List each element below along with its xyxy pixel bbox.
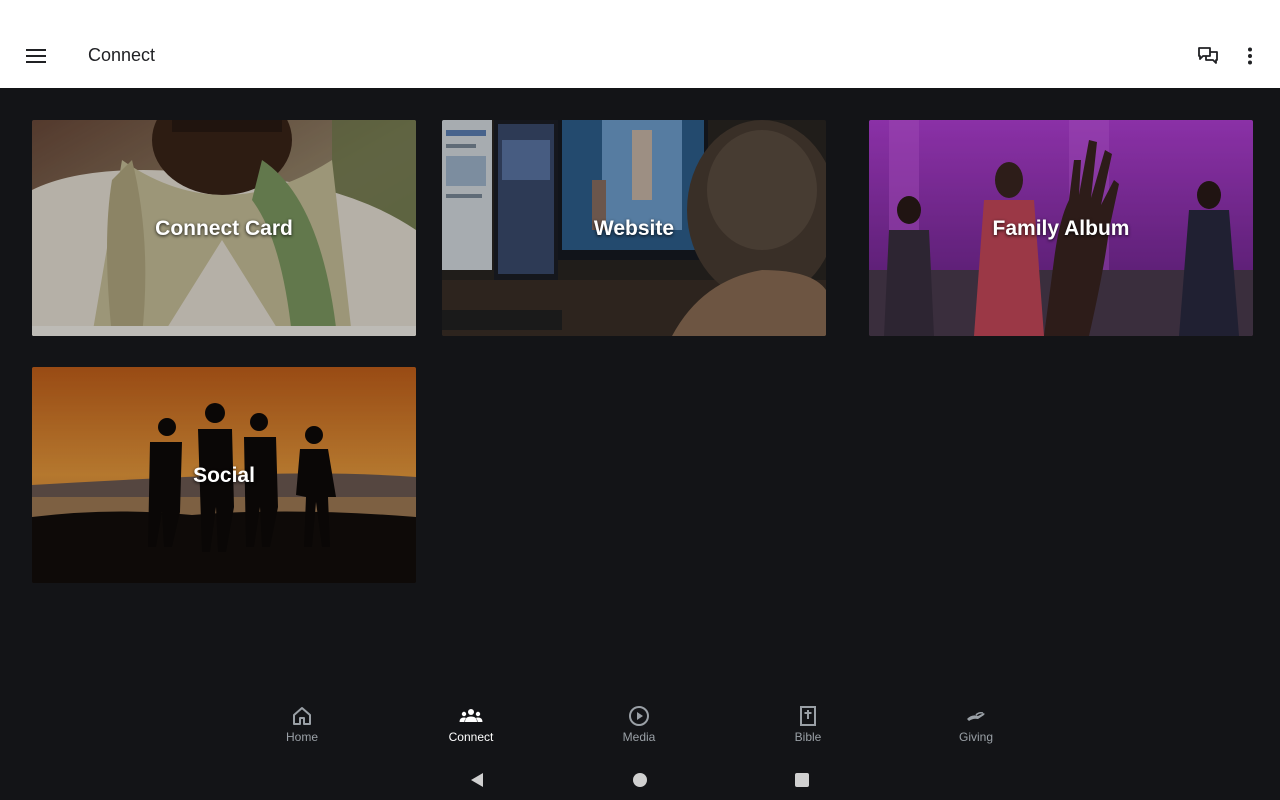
people-group-icon (459, 709, 483, 722)
more-options-button[interactable] (1234, 40, 1266, 72)
nav-label: Connect (448, 730, 494, 744)
menu-button[interactable] (20, 40, 52, 72)
play-circle-icon (629, 706, 649, 726)
family-album-tile[interactable]: Family Album (869, 120, 1253, 336)
nav-item-media[interactable]: Media (589, 704, 689, 752)
giving-hand-icon (967, 711, 985, 721)
hamburger-menu-icon (26, 49, 46, 63)
nav-label: Bible (794, 730, 822, 744)
connect-card-tile[interactable]: Connect Card (32, 120, 416, 336)
system-home-button[interactable] (626, 766, 654, 794)
chat-bubbles-icon (1198, 47, 1218, 64)
home-circle-icon (633, 773, 647, 787)
bottom-navigation: Home Connect Media Bible Giving (0, 700, 1280, 752)
home-icon (293, 707, 311, 725)
bible-cross-icon (800, 706, 816, 726)
nav-label: Giving (958, 730, 993, 744)
chat-button[interactable] (1192, 40, 1224, 72)
system-back-button[interactable] (463, 766, 491, 794)
nav-label: Home (285, 730, 318, 744)
website-tile[interactable]: Website (442, 120, 826, 336)
nav-item-bible[interactable]: Bible (758, 704, 858, 752)
page-title: Connect (88, 45, 156, 65)
app-bar: Connect (0, 0, 1280, 88)
system-navigation-bar (0, 760, 1280, 800)
nav-item-giving[interactable]: Giving (926, 704, 1026, 752)
card-label: Connect Card (155, 217, 293, 240)
nav-item-connect[interactable]: Connect (421, 704, 521, 752)
card-label: Family Album (992, 217, 1130, 240)
nav-label: Media (622, 730, 656, 744)
more-vertical-icon (1248, 47, 1252, 65)
card-label: Website (593, 217, 675, 240)
recents-square-icon (795, 773, 809, 787)
card-label: Social (193, 464, 255, 487)
system-recents-button[interactable] (788, 766, 816, 794)
social-tile[interactable]: Social (32, 367, 416, 583)
back-triangle-icon (471, 773, 483, 787)
nav-item-home[interactable]: Home (252, 704, 352, 752)
